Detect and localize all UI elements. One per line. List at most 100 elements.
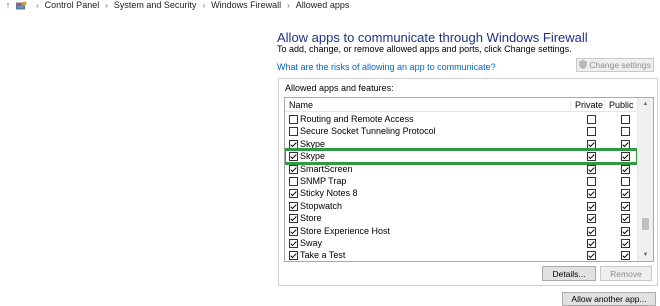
enable-checkbox[interactable] xyxy=(289,238,298,248)
risks-link[interactable]: What are the risks of allowing an app to… xyxy=(277,62,496,72)
private-checkbox[interactable] xyxy=(587,214,596,224)
enable-checkbox[interactable] xyxy=(289,201,298,211)
breadcrumb-system-security[interactable]: System and Security xyxy=(114,0,197,10)
checkbox-box xyxy=(289,201,298,211)
private-checkbox[interactable] xyxy=(587,139,596,149)
private-checkbox[interactable] xyxy=(587,176,596,186)
public-checkbox[interactable] xyxy=(621,127,630,137)
public-checkbox[interactable] xyxy=(621,201,630,211)
public-checkbox[interactable] xyxy=(621,238,630,248)
remove-button[interactable]: Remove xyxy=(600,266,652,281)
checkbox-box xyxy=(621,127,630,137)
enable-checkbox[interactable] xyxy=(289,189,298,199)
public-checkbox[interactable] xyxy=(621,164,630,174)
checkbox-box xyxy=(289,238,298,248)
enable-checkbox[interactable] xyxy=(289,139,298,149)
public-checkbox[interactable] xyxy=(621,152,630,162)
scroll-thumb[interactable] xyxy=(642,218,649,230)
private-checkbox[interactable] xyxy=(587,164,596,174)
change-settings-button[interactable]: Change settings xyxy=(576,58,654,72)
public-checkbox[interactable] xyxy=(621,115,630,124)
checkbox-box xyxy=(587,214,596,224)
private-checkbox[interactable] xyxy=(587,115,596,124)
column-header-private[interactable]: Private xyxy=(570,100,604,110)
public-checkbox[interactable] xyxy=(621,251,630,261)
list-item[interactable]: Sticky Notes 8 xyxy=(285,187,637,199)
enable-checkbox[interactable] xyxy=(289,115,298,124)
breadcrumb-sep: › xyxy=(287,0,290,10)
public-checkbox[interactable] xyxy=(621,226,630,236)
private-checkbox[interactable] xyxy=(587,238,596,248)
checkbox-box xyxy=(587,127,596,137)
breadcrumb-windows-firewall[interactable]: Windows Firewall xyxy=(211,0,281,10)
app-name: SmartScreen xyxy=(300,163,353,174)
enable-checkbox[interactable] xyxy=(289,176,298,186)
list-item[interactable]: SNMP Trap xyxy=(285,175,637,187)
list-item[interactable]: Skype xyxy=(285,148,639,165)
app-name: SNMP Trap xyxy=(300,175,347,186)
app-name: Secure Socket Tunneling Protocol xyxy=(300,126,436,137)
public-checkbox[interactable] xyxy=(621,176,630,186)
checkbox-box xyxy=(289,226,298,236)
app-name: Stopwatch xyxy=(300,200,343,211)
list-item[interactable]: Take a Test xyxy=(285,249,637,261)
column-header-public[interactable]: Public xyxy=(604,100,638,110)
enable-checkbox[interactable] xyxy=(289,152,298,162)
column-header-name[interactable]: Name xyxy=(289,100,313,110)
allow-another-app-button[interactable]: Allow another app... xyxy=(562,292,656,306)
list-item[interactable]: Skype xyxy=(285,138,637,150)
enable-checkbox[interactable] xyxy=(289,251,298,261)
public-checkbox[interactable] xyxy=(621,139,630,149)
checkbox-box xyxy=(587,226,596,236)
app-name: Skype xyxy=(300,138,326,149)
checkbox-box xyxy=(621,139,630,149)
checkbox-box xyxy=(289,127,298,137)
private-checkbox[interactable] xyxy=(587,226,596,236)
checkbox-box xyxy=(587,189,596,199)
details-button[interactable]: Details... xyxy=(542,266,596,281)
checkbox-box xyxy=(621,251,630,261)
enable-checkbox[interactable] xyxy=(289,164,298,174)
enable-checkbox[interactable] xyxy=(289,127,298,137)
list-item[interactable]: Store Experience Host xyxy=(285,225,637,237)
private-checkbox[interactable] xyxy=(587,152,596,162)
scroll-down-icon[interactable]: ▼ xyxy=(638,249,653,261)
list-item[interactable]: Secure Socket Tunneling Protocol xyxy=(285,125,637,137)
shield-icon xyxy=(579,59,587,71)
private-checkbox[interactable] xyxy=(587,127,596,137)
app-name: Take a Test xyxy=(300,250,346,261)
page-title: Allow apps to communicate through Window… xyxy=(277,30,588,45)
checkbox-box xyxy=(587,238,596,248)
app-name: Sway xyxy=(300,237,323,248)
private-checkbox[interactable] xyxy=(587,251,596,261)
checkbox-box xyxy=(587,115,596,124)
checkbox-box xyxy=(289,115,298,124)
scroll-up-icon[interactable]: ▲ xyxy=(638,98,653,110)
checkbox-box xyxy=(587,164,596,174)
up-arrow-icon[interactable]: ↑ xyxy=(2,0,14,10)
public-checkbox[interactable] xyxy=(621,189,630,199)
breadcrumb-control-panel[interactable]: Control Panel xyxy=(45,0,100,10)
private-checkbox[interactable] xyxy=(587,201,596,211)
enable-checkbox[interactable] xyxy=(289,226,298,236)
list-item[interactable]: Stopwatch xyxy=(285,200,637,212)
list-item[interactable]: Sway xyxy=(285,237,637,249)
checkbox-box xyxy=(289,214,298,224)
list-scrollbar[interactable]: ▲ ▼ xyxy=(637,98,653,261)
checkbox-box xyxy=(289,164,298,174)
private-checkbox[interactable] xyxy=(587,189,596,199)
app-name: Routing and Remote Access xyxy=(300,114,414,124)
list-item[interactable]: SmartScreen xyxy=(285,163,637,175)
list-header: Name Private Public xyxy=(285,98,637,112)
list-item[interactable]: Store xyxy=(285,212,637,224)
list-item[interactable]: Routing and Remote Access xyxy=(285,113,637,125)
page-instructions: To add, change, or remove allowed apps a… xyxy=(277,44,572,54)
public-checkbox[interactable] xyxy=(621,214,630,224)
breadcrumb-sep: › xyxy=(105,0,108,10)
checkbox-box xyxy=(289,251,298,261)
breadcrumb-allowed-apps[interactable]: Allowed apps xyxy=(296,0,350,10)
checkbox-box xyxy=(289,139,298,149)
checkbox-box xyxy=(587,139,596,149)
enable-checkbox[interactable] xyxy=(289,214,298,224)
app-name: Store xyxy=(300,213,322,224)
